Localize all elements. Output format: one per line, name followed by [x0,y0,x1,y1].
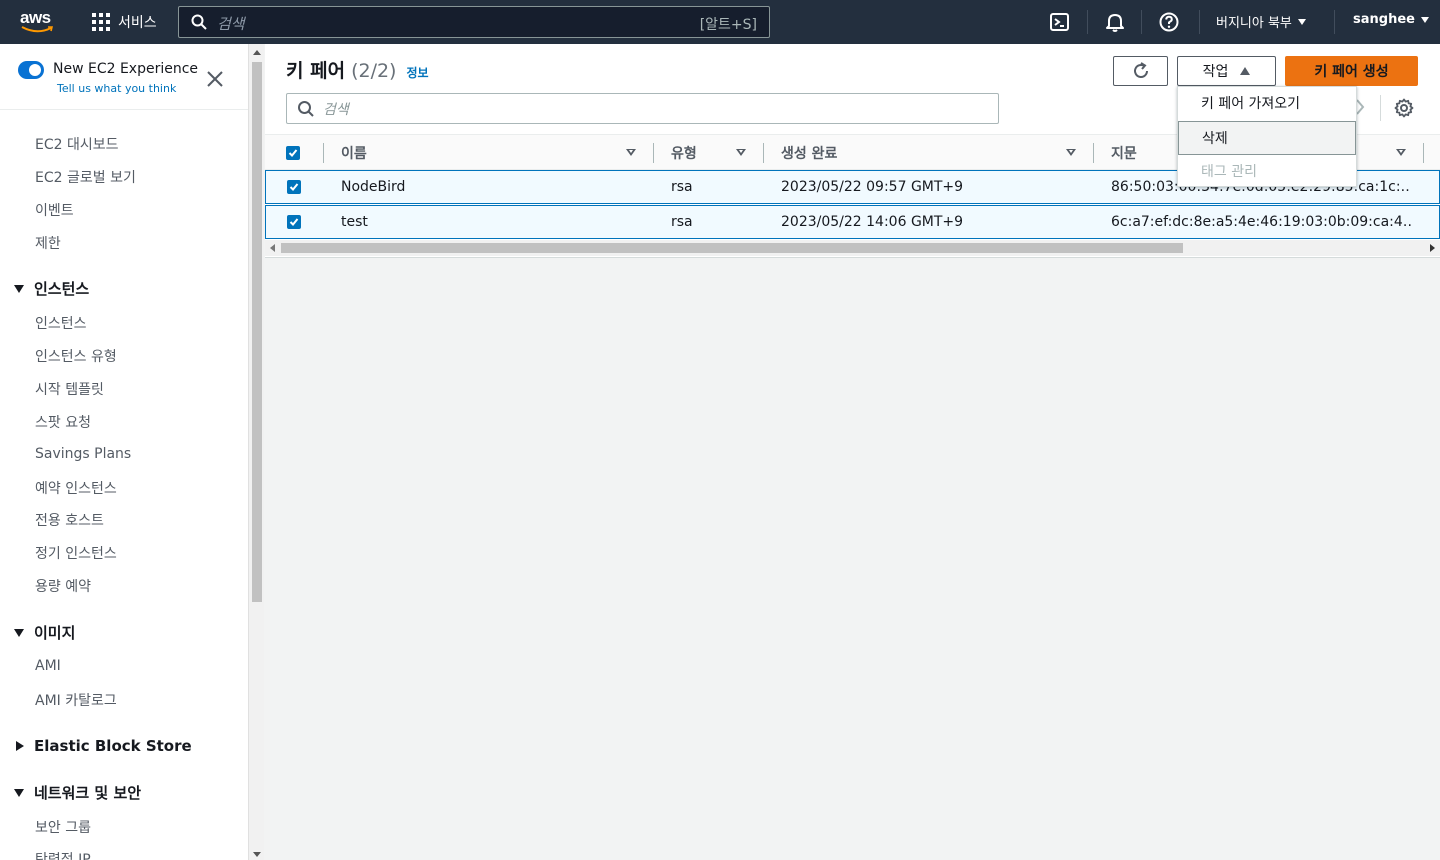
selection-count: (2/2) [351,60,397,82]
feedback-link[interactable]: Tell us what you think [57,82,176,95]
search-icon [298,101,314,117]
column-header-type[interactable]: 유형 [671,135,697,171]
sidebar-item-scheduled-instances[interactable]: 정기 인스턴스 [35,543,117,563]
select-all-checkbox[interactable] [286,146,300,160]
search-placeholder: 검색 [217,15,245,33]
sidebar-section-network-security[interactable]: 네트워크 및 보안 [14,782,141,803]
sidebar-section-images[interactable]: 이미지 [14,622,75,643]
chevron-down-icon [1420,16,1429,23]
create-label: 키 페어 생성 [1314,64,1389,80]
row-checkbox[interactable] [287,215,301,229]
close-icon[interactable] [206,70,224,88]
aws-smile-icon [21,26,53,33]
section-label: 이미지 [34,624,76,642]
search-shortcut-hint: [알트+S] [699,17,757,33]
region-selector[interactable]: 버지니아 북부 [1216,12,1306,31]
cell-type: rsa [671,179,693,195]
menu-item-manage-tags: 태그 관리 [1201,164,1257,180]
grid-icon [92,13,110,31]
sidebar-item-spot-requests[interactable]: 스팟 요청 [35,412,91,432]
region-label: 버지니아 북부 [1216,16,1292,31]
sidebar-item-security-groups[interactable]: 보안 그룹 [35,817,91,837]
caret-down-icon [14,628,24,637]
cell-fingerprint: 6c:a7:ef:dc:8e:a5:4e:46:19:03:0b:09:ca:4… [1111,214,1411,230]
new-experience-title: New EC2 Experience [53,61,199,77]
services-label: 서비스 [118,15,157,31]
sidebar-section-ebs[interactable]: Elastic Block Store [14,737,192,755]
create-key-pair-button[interactable]: 키 페어 생성 [1285,56,1418,86]
column-header-created[interactable]: 생성 완료 [781,135,837,171]
top-navigation-bar: aws 서비스 검색 [알트+S] 버지니아 북부 sanghee [0,0,1440,44]
caret-up-icon [1240,67,1251,75]
sidebar-section-instances[interactable]: 인스턴스 [14,278,89,299]
sidebar-scrollbar[interactable] [248,44,264,860]
cell-name: NodeBird [341,179,406,195]
side-navigation: New EC2 Experience Tell us what you thin… [0,44,248,860]
sidebar-item-instance-types[interactable]: 인스턴스 유형 [35,346,117,366]
sidebar-item-savings-plans[interactable]: Savings Plans [35,446,131,462]
actions-button[interactable]: 작업 [1177,56,1276,86]
services-menu-button[interactable]: 서비스 [92,12,157,32]
menu-item-delete[interactable]: 삭제 [1178,121,1356,155]
section-label: 인스턴스 [34,280,90,298]
caret-right-icon [16,741,24,751]
new-experience-toggle[interactable] [18,61,44,79]
sidebar-item-dedicated-hosts[interactable]: 전용 호스트 [35,510,104,530]
info-link[interactable]: 정보 [406,64,428,81]
key-pair-search-input[interactable]: 검색 [286,93,999,124]
cell-created: 2023/05/22 14:06 GMT+9 [781,214,964,230]
actions-dropdown-menu: 키 페어 가져오기 삭제 태그 관리 [1177,86,1357,187]
caret-down-icon [14,788,24,797]
sidebar-item-ami[interactable]: AMI [35,658,61,674]
sidebar-item-launch-templates[interactable]: 시작 템플릿 [35,379,104,399]
refresh-icon [1133,62,1148,78]
page-title-text: 키 페어 [286,60,346,82]
user-label: sanghee [1353,12,1415,27]
sidebar-item-ec2-global-view[interactable]: EC2 글로벌 보기 [35,167,136,187]
sidebar-item-limits[interactable]: 제한 [35,233,61,253]
sidebar-item-ami-catalog[interactable]: AMI 카탈로그 [35,690,117,710]
account-menu[interactable]: sanghee [1353,12,1429,27]
table-row[interactable]: test rsa 2023/05/22 14:06 GMT+9 6c:a7:ef… [265,205,1440,239]
sort-icon[interactable] [736,149,746,156]
sidebar-item-elastic-ips[interactable]: 탄력적 IP [35,849,91,860]
table-horizontal-scrollbar[interactable] [265,240,1440,256]
cell-name: test [341,214,368,230]
cloudshell-icon[interactable] [1049,11,1071,33]
section-label: 네트워크 및 보안 [34,784,142,802]
aws-logo-text: aws [20,8,51,27]
column-header-fingerprint[interactable]: 지문 [1111,135,1137,171]
row-checkbox[interactable] [287,180,301,194]
section-label: Elastic Block Store [34,737,192,755]
global-search-input[interactable]: 검색 [알트+S] [178,6,770,38]
settings-gear-icon[interactable] [1394,98,1414,118]
column-header-name[interactable]: 이름 [341,135,367,171]
aws-logo[interactable]: aws [20,8,56,36]
page-title: 키 페어 (2/2) 정보 [286,56,429,83]
menu-item-import-key-pair[interactable]: 키 페어 가져오기 [1178,87,1356,121]
caret-down-icon [14,284,24,293]
sidebar-item-reserved-instances[interactable]: 예약 인스턴스 [35,478,117,498]
notifications-bell-icon[interactable] [1104,11,1126,33]
help-icon[interactable] [1158,11,1180,33]
actions-label: 작업 [1202,64,1229,80]
chevron-down-icon [1297,18,1306,25]
sort-icon[interactable] [626,149,636,156]
search-placeholder: 검색 [323,102,349,118]
sort-icon[interactable] [1396,149,1406,156]
refresh-button[interactable] [1113,56,1168,86]
cell-created: 2023/05/22 09:57 GMT+9 [781,179,964,195]
sort-icon[interactable] [1066,149,1076,156]
sidebar-item-instances[interactable]: 인스턴스 [35,313,87,333]
search-icon [191,14,207,30]
sidebar-item-events[interactable]: 이벤트 [35,200,74,220]
sidebar-item-ec2-dashboard[interactable]: EC2 대시보드 [35,134,119,154]
sidebar-item-capacity-reservations[interactable]: 용량 예약 [35,576,91,596]
cell-type: rsa [671,214,693,230]
